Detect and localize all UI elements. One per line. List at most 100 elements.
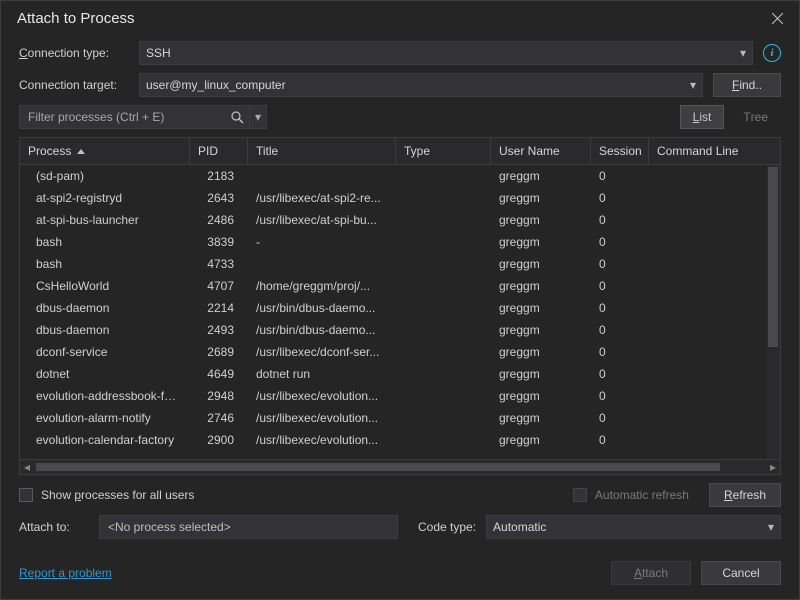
report-problem-link[interactable]: Report a problem	[19, 566, 112, 580]
cell-type	[396, 187, 491, 209]
cell-user: greggm	[491, 341, 591, 363]
col-title[interactable]: Title	[248, 138, 396, 164]
cell-user: greggm	[491, 187, 591, 209]
cell-type	[396, 385, 491, 407]
cell-title: /usr/libexec/at-spi2-re...	[248, 187, 396, 209]
table-row[interactable]: evolution-alarm-notify2746/usr/libexec/e…	[20, 407, 780, 429]
attach-to-row: Attach to: <No process selected> Code ty…	[19, 515, 781, 539]
cell-pid: 4649	[190, 363, 248, 385]
filter-placeholder: Filter processes (Ctrl + E)	[28, 110, 164, 124]
cell-type	[396, 253, 491, 275]
horizontal-scrollbar[interactable]: ◂ ▸	[20, 459, 780, 474]
code-type-combo[interactable]: Automatic ▾	[486, 515, 781, 539]
cell-process: dconf-service	[20, 341, 190, 363]
scrollbar-thumb[interactable]	[768, 167, 778, 347]
cell-user: greggm	[491, 407, 591, 429]
close-icon	[772, 13, 783, 24]
table-row[interactable]: bash3839-greggm0	[20, 231, 780, 253]
cell-session: 0	[591, 363, 649, 385]
show-all-users-checkbox[interactable]: Show processes for all users	[19, 488, 194, 502]
cell-session: 0	[591, 275, 649, 297]
table-row[interactable]: dbus-daemon2493/usr/bin/dbus-daemo...gre…	[20, 319, 780, 341]
cell-cmd	[649, 341, 780, 363]
cell-user: greggm	[491, 253, 591, 275]
search-icon[interactable]	[225, 106, 249, 128]
cell-type	[396, 363, 491, 385]
options-row: Show processes for all users Automatic r…	[19, 483, 781, 507]
col-cmd[interactable]: Command Line	[649, 138, 780, 164]
table-row[interactable]: at-spi-bus-launcher2486/usr/libexec/at-s…	[20, 209, 780, 231]
cell-process: dotnet	[20, 363, 190, 385]
titlebar: Attach to Process	[1, 1, 799, 35]
cell-pid: 2643	[190, 187, 248, 209]
find-button[interactable]: Find..	[713, 73, 781, 97]
table-row[interactable]: at-spi2-registryd2643/usr/libexec/at-spi…	[20, 187, 780, 209]
table-row[interactable]: dbus-daemon2214/usr/bin/dbus-daemo...gre…	[20, 297, 780, 319]
cell-pid: 2183	[190, 165, 248, 187]
cell-process: dbus-daemon	[20, 297, 190, 319]
cell-user: greggm	[491, 231, 591, 253]
cell-type	[396, 209, 491, 231]
cell-session: 0	[591, 209, 649, 231]
connection-type-value: SSH	[146, 46, 171, 60]
cancel-button[interactable]: Cancel	[701, 561, 781, 585]
connection-target-row: Connection target: user@my_linux_compute…	[19, 73, 781, 97]
cell-cmd	[649, 297, 780, 319]
info-icon[interactable]: i	[763, 44, 781, 62]
tree-view-toggle: Tree	[730, 105, 781, 129]
refresh-button[interactable]: Refresh	[709, 483, 781, 507]
chevron-down-icon: ▾	[740, 46, 746, 60]
filter-input[interactable]: Filter processes (Ctrl + E) ▾	[19, 105, 267, 129]
table-row[interactable]: (sd-pam)2183greggm0	[20, 165, 780, 187]
attach-to-field[interactable]: <No process selected>	[99, 515, 398, 539]
footer-buttons: Attach Cancel	[611, 561, 781, 585]
close-button[interactable]	[763, 4, 791, 32]
col-pid[interactable]: PID	[190, 138, 248, 164]
col-process[interactable]: Process	[20, 138, 190, 164]
table-row[interactable]: CsHelloWorld4707/home/greggm/proj/...gre…	[20, 275, 780, 297]
scrollbar-thumb[interactable]	[36, 463, 720, 471]
cell-process: at-spi2-registryd	[20, 187, 190, 209]
attach-button: Attach	[611, 561, 691, 585]
scroll-left-icon[interactable]: ◂	[20, 460, 34, 474]
table-row[interactable]: bash4733greggm0	[20, 253, 780, 275]
table-row[interactable]: dotnet4649dotnet rungreggm0	[20, 363, 780, 385]
cell-session: 0	[591, 297, 649, 319]
cell-user: greggm	[491, 429, 591, 451]
filter-dropdown-icon[interactable]: ▾	[249, 106, 266, 128]
cell-process: CsHelloWorld	[20, 275, 190, 297]
cell-user: greggm	[491, 319, 591, 341]
cell-title: /usr/bin/dbus-daemo...	[248, 297, 396, 319]
cell-cmd	[649, 407, 780, 429]
cell-process: bash	[20, 231, 190, 253]
table-row[interactable]: evolution-calendar-factory2900/usr/libex…	[20, 429, 780, 451]
cell-type	[396, 341, 491, 363]
sort-asc-icon	[77, 149, 85, 154]
cell-user: greggm	[491, 165, 591, 187]
cell-pid: 2486	[190, 209, 248, 231]
table-row[interactable]: evolution-addressbook-factory2948/usr/li…	[20, 385, 780, 407]
cell-title: /home/greggm/proj/...	[248, 275, 396, 297]
cell-session: 0	[591, 165, 649, 187]
scroll-right-icon[interactable]: ▸	[766, 460, 780, 474]
dialog-title: Attach to Process	[17, 10, 135, 27]
cell-process: evolution-calendar-factory	[20, 429, 190, 451]
cell-pid: 2689	[190, 341, 248, 363]
vertical-scrollbar[interactable]	[766, 165, 780, 459]
cell-process: bash	[20, 253, 190, 275]
cell-process: evolution-alarm-notify	[20, 407, 190, 429]
col-type[interactable]: Type	[396, 138, 491, 164]
cell-session: 0	[591, 319, 649, 341]
cell-cmd	[649, 275, 780, 297]
connection-type-combo[interactable]: SSH ▾	[139, 41, 753, 65]
col-user[interactable]: User Name	[491, 138, 591, 164]
cell-user: greggm	[491, 209, 591, 231]
table-row[interactable]: dconf-service2689/usr/libexec/dconf-ser.…	[20, 341, 780, 363]
cell-pid: 2948	[190, 385, 248, 407]
chevron-down-icon: ▾	[690, 78, 696, 92]
grid-body[interactable]: (sd-pam)2183greggm0at-spi2-registryd2643…	[20, 165, 780, 459]
connection-target-combo[interactable]: user@my_linux_computer ▾	[139, 73, 703, 97]
cell-pid: 2900	[190, 429, 248, 451]
list-view-toggle[interactable]: List	[680, 105, 725, 129]
col-session[interactable]: Session	[591, 138, 649, 164]
